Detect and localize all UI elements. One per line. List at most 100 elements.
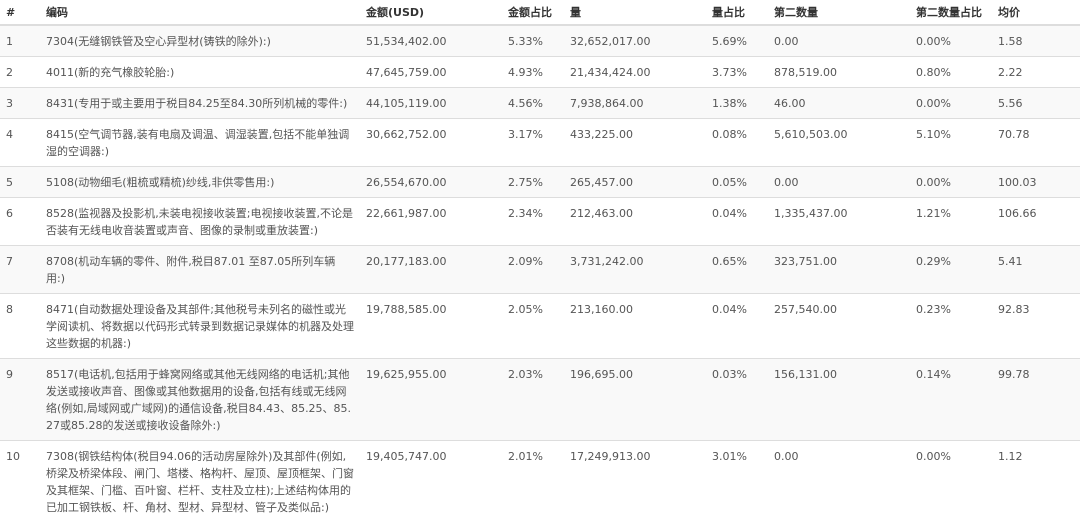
row-quantity: 196,695.00 <box>564 358 706 441</box>
table-row: 7 8708(机动车辆的零件、附件,税目87.01 至87.05所列车辆用:) 20… <box>0 245 1080 294</box>
row-quantity-share: 0.65% <box>706 245 768 294</box>
row-quantity: 213,160.00 <box>564 293 706 359</box>
row-amount: 44,105,119.00 <box>360 87 502 119</box>
row-code: 8517(电话机,包括用于蜂窝网络或其他无线网络的电话机;其他发送或接收声音、图… <box>40 358 360 441</box>
row-second-quantity: 0.00 <box>768 166 910 198</box>
row-quantity-share: 1.38% <box>706 87 768 119</box>
row-index: 8 <box>0 293 40 359</box>
row-index: 1 <box>0 24 40 57</box>
row-code: 5108(动物细毛(粗梳或精梳)纱线,非供零售用:) <box>40 166 360 198</box>
row-amount: 19,405,747.00 <box>360 440 502 522</box>
row-second-quantity: 0.00 <box>768 24 910 57</box>
row-quantity: 3,731,242.00 <box>564 245 706 294</box>
header-amount: 金额(USD) <box>360 0 502 26</box>
row-second-quantity: 878,519.00 <box>768 56 910 88</box>
row-average-price: 5.56 <box>992 87 1080 119</box>
trade-data-table: # 编码 金额(USD) 金额占比 量 量占比 第二数量 第二数量占比 均价 1… <box>0 0 1080 522</box>
table-row: 10 7308(钢铁结构体(税目94.06的活动房屋除外)及其部件(例如,桥梁及桥… <box>0 440 1080 522</box>
table-row: 2 4011(新的充气橡胶轮胎:) 47,645,759.00 4.93% 21,434… <box>0 56 1080 88</box>
row-index: 2 <box>0 56 40 88</box>
row-second-quantity: 0.00 <box>768 440 910 522</box>
row-amount-share: 2.01% <box>502 440 564 522</box>
row-second-quantity: 46.00 <box>768 87 910 119</box>
row-second-quantity-share: 5.10% <box>910 118 992 167</box>
row-quantity-share: 0.04% <box>706 197 768 246</box>
row-average-price: 106.66 <box>992 197 1080 246</box>
row-second-quantity-share: 0.00% <box>910 24 992 57</box>
table-body: 1 7304(无缝钢铁管及空心异型材(铸铁的除外):) 51,534,402.00 5… <box>0 24 1080 522</box>
row-quantity-share: 0.03% <box>706 358 768 441</box>
row-amount: 20,177,183.00 <box>360 245 502 294</box>
row-code: 8415(空气调节器,装有电扇及调温、调湿装置,包括不能单独调湿的空调器:) <box>40 118 360 167</box>
header-average-price: 均价 <box>992 0 1080 26</box>
header-row: # 编码 金额(USD) 金额占比 量 量占比 第二数量 第二数量占比 均价 <box>0 0 1080 26</box>
row-second-quantity-share: 1.21% <box>910 197 992 246</box>
row-quantity-share: 0.05% <box>706 166 768 198</box>
row-index: 5 <box>0 166 40 198</box>
row-second-quantity-share: 0.00% <box>910 166 992 198</box>
row-amount: 51,534,402.00 <box>360 24 502 57</box>
row-average-price: 70.78 <box>992 118 1080 167</box>
row-average-price: 2.22 <box>992 56 1080 88</box>
row-average-price: 5.41 <box>992 245 1080 294</box>
row-second-quantity-share: 0.00% <box>910 440 992 522</box>
row-index: 6 <box>0 197 40 246</box>
row-second-quantity-share: 0.00% <box>910 87 992 119</box>
row-quantity: 212,463.00 <box>564 197 706 246</box>
table-row: 3 8431(专用于或主要用于税目84.25至84.30所列机械的零件:) 44,1… <box>0 87 1080 119</box>
row-amount: 26,554,670.00 <box>360 166 502 198</box>
header-code: 编码 <box>40 0 360 26</box>
row-quantity: 32,652,017.00 <box>564 24 706 57</box>
row-amount: 22,661,987.00 <box>360 197 502 246</box>
row-code: 8471(自动数据处理设备及其部件;其他税号未列名的磁性或光学阅读机、将数据以代… <box>40 293 360 359</box>
row-amount: 30,662,752.00 <box>360 118 502 167</box>
header-quantity-share: 量占比 <box>706 0 768 26</box>
row-second-quantity-share: 0.14% <box>910 358 992 441</box>
row-average-price: 1.12 <box>992 440 1080 522</box>
row-quantity: 21,434,424.00 <box>564 56 706 88</box>
row-index: 9 <box>0 358 40 441</box>
row-quantity-share: 3.73% <box>706 56 768 88</box>
row-second-quantity-share: 0.80% <box>910 56 992 88</box>
row-code: 8528(监视器及投影机,未装电视接收装置;电视接收装置,不论是否装有无线电收音… <box>40 197 360 246</box>
row-amount-share: 2.09% <box>502 245 564 294</box>
row-second-quantity: 257,540.00 <box>768 293 910 359</box>
row-second-quantity: 1,335,437.00 <box>768 197 910 246</box>
row-index: 10 <box>0 440 40 522</box>
row-quantity-share: 0.08% <box>706 118 768 167</box>
row-quantity-share: 0.04% <box>706 293 768 359</box>
row-index: 3 <box>0 87 40 119</box>
row-amount-share: 4.56% <box>502 87 564 119</box>
row-average-price: 100.03 <box>992 166 1080 198</box>
row-amount-share: 4.93% <box>502 56 564 88</box>
row-quantity-share: 3.01% <box>706 440 768 522</box>
row-code: 4011(新的充气橡胶轮胎:) <box>40 56 360 88</box>
row-second-quantity: 323,751.00 <box>768 245 910 294</box>
row-amount-share: 2.75% <box>502 166 564 198</box>
row-amount-share: 2.34% <box>502 197 564 246</box>
row-average-price: 99.78 <box>992 358 1080 441</box>
header-amount-share: 金额占比 <box>502 0 564 26</box>
row-quantity-share: 5.69% <box>706 24 768 57</box>
row-amount-share: 5.33% <box>502 24 564 57</box>
row-amount: 19,788,585.00 <box>360 293 502 359</box>
row-code: 8708(机动车辆的零件、附件,税目87.01 至87.05所列车辆用:) <box>40 245 360 294</box>
header-second-quantity-share: 第二数量占比 <box>910 0 992 26</box>
row-average-price: 1.58 <box>992 24 1080 57</box>
row-second-quantity-share: 0.23% <box>910 293 992 359</box>
header-quantity: 量 <box>564 0 706 26</box>
row-amount: 19,625,955.00 <box>360 358 502 441</box>
row-code: 7304(无缝钢铁管及空心异型材(铸铁的除外):) <box>40 24 360 57</box>
row-second-quantity-share: 0.29% <box>910 245 992 294</box>
header-index: # <box>0 0 40 26</box>
row-index: 7 <box>0 245 40 294</box>
row-average-price: 92.83 <box>992 293 1080 359</box>
row-quantity: 433,225.00 <box>564 118 706 167</box>
table-header: # 编码 金额(USD) 金额占比 量 量占比 第二数量 第二数量占比 均价 <box>0 0 1080 26</box>
row-amount-share: 3.17% <box>502 118 564 167</box>
row-code: 7308(钢铁结构体(税目94.06的活动房屋除外)及其部件(例如,桥梁及桥梁体… <box>40 440 360 522</box>
table-row: 8 8471(自动数据处理设备及其部件;其他税号未列名的磁性或光学阅读机、将数据以… <box>0 293 1080 359</box>
row-index: 4 <box>0 118 40 167</box>
header-second-quantity: 第二数量 <box>768 0 910 26</box>
row-quantity: 17,249,913.00 <box>564 440 706 522</box>
